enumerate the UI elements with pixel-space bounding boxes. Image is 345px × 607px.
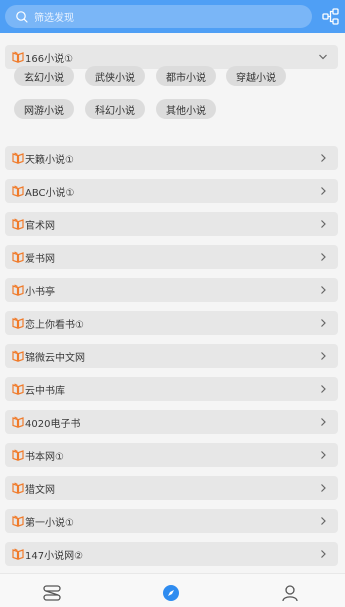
chevron-right-icon [321,187,326,195]
book-source-icon [12,449,24,461]
book-source-icon [12,152,24,164]
book-source-icon [12,317,24,329]
source-group-label: ABC小说① [25,187,75,199]
source-group-label: 官术网 [25,220,55,232]
source-group-label: 恋上你看书① [25,319,84,331]
chevron-down-icon [319,54,327,60]
chevron-right-icon [321,418,326,426]
source-group-row[interactable]: 4020电子书 [5,410,338,434]
source-group-label: 第一小说① [25,517,74,529]
nav-bookshelf[interactable] [41,583,63,603]
nav-profile[interactable] [279,583,301,603]
category-tag[interactable]: 科幻小说 [85,99,145,119]
compass-icon [163,585,179,601]
category-tag[interactable]: 网游小说 [14,99,74,119]
chevron-right-icon [321,220,326,228]
book-source-icon [12,383,24,395]
category-tag[interactable]: 玄幻小说 [14,66,74,86]
chevron-right-icon [321,154,326,162]
search-icon [16,10,28,23]
user-icon [282,585,298,602]
source-group-row[interactable]: 147小说网② [5,542,338,566]
source-group-row[interactable]: 书本网① [5,443,338,467]
source-group-row[interactable]: ABC小说① [5,179,338,203]
source-group-label: 166小说① [25,53,74,65]
category-tag[interactable]: 都市小说 [156,66,216,86]
source-group-row[interactable]: 官术网 [5,212,338,236]
source-group-label: 小书亭 [25,286,55,298]
source-group-row[interactable]: 猎文网 [5,476,338,500]
source-group-row[interactable]: 第一小说① [5,509,338,533]
source-group-row[interactable]: 爱书网 [5,245,338,269]
book-source-icon [12,515,24,527]
search-placeholder: 筛选发现 [34,13,74,24]
bottom-nav [0,573,345,607]
source-group-label: 爱书网 [25,253,55,265]
source-group-label: 天籁小说① [25,154,74,166]
source-group-row[interactable]: 天籁小说① [5,146,338,170]
source-group-row[interactable]: 恋上你看书① [5,311,338,335]
source-group-row[interactable]: 锦微云中文网 [5,344,338,368]
book-source-icon [12,284,24,296]
chevron-right-icon [321,319,326,327]
book-source-icon [12,251,24,263]
book-source-icon [12,185,24,197]
category-tag[interactable]: 穿越小说 [226,66,286,86]
chevron-right-icon [321,550,326,558]
chevron-right-icon [321,451,326,459]
source-group-row[interactable]: 小书亭 [5,278,338,302]
bookshelf-icon [43,585,61,601]
category-tag[interactable]: 其他小说 [156,99,216,119]
book-source-icon [12,482,24,494]
source-group-label: 云中书库 [25,385,65,397]
chevron-right-icon [321,517,326,525]
source-group-label: 147小说网② [25,550,84,562]
top-bar: 筛选发现 [0,0,345,33]
category-tag[interactable]: 武侠小说 [85,66,145,86]
nav-discover[interactable] [160,583,182,603]
discover-list: 166小说① 天籁小说① ABC小说① 官术网爱书网小书亭恋上你看书① 锦微云中文网 云中… [0,33,345,573]
book-source-icon [12,416,24,428]
source-group-label: 锦微云中文网 [25,352,85,364]
source-group-label: 猎文网 [25,484,55,496]
share-icon[interactable] [322,8,339,25]
book-source-icon [12,51,24,63]
book-source-icon [12,218,24,230]
source-group-label: 书本网① [25,451,64,463]
chevron-right-icon [321,385,326,393]
book-source-icon [12,548,24,560]
chevron-right-icon [321,286,326,294]
search-input[interactable]: 筛选发现 [5,5,312,28]
chevron-right-icon [321,253,326,261]
chevron-right-icon [321,352,326,360]
chevron-right-icon [321,484,326,492]
book-source-icon [12,350,24,362]
source-group-label: 4020电子书 [25,418,81,430]
source-group-row[interactable]: 云中书库 [5,377,338,401]
